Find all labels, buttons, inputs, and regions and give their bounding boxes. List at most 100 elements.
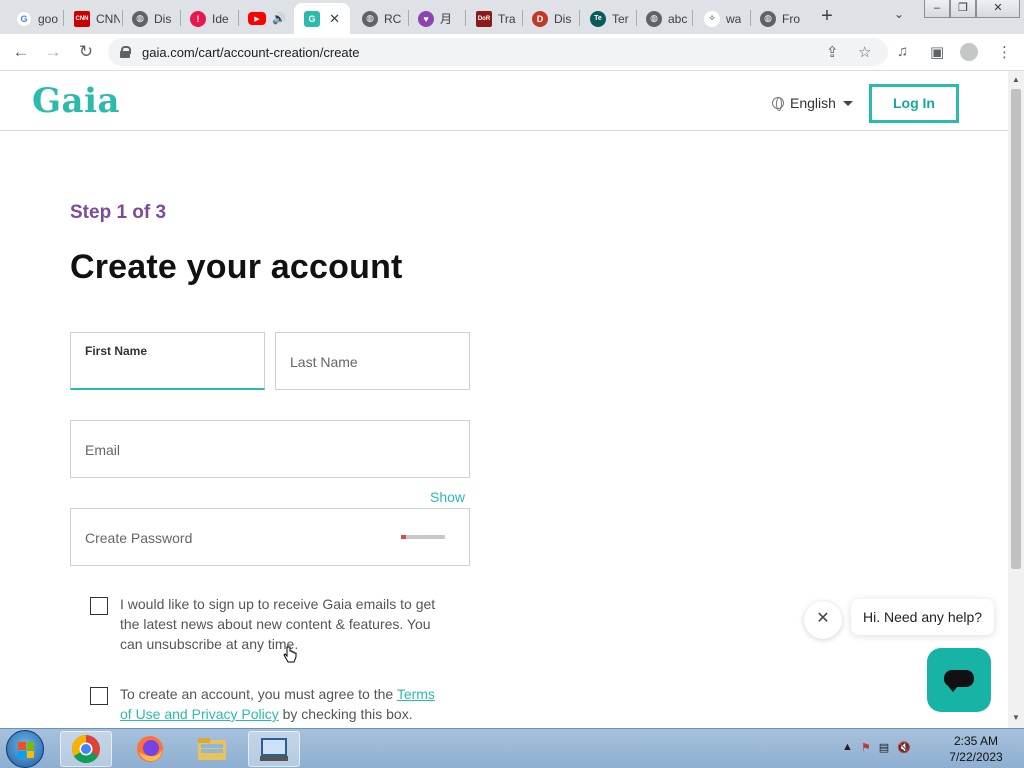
gaia-logo[interactable]: Gaia (32, 81, 120, 121)
new-tab-button[interactable]: + (815, 5, 839, 29)
tab-moon[interactable]: ♥ 月 (408, 3, 464, 34)
close-window-button[interactable]: ✕ (976, 0, 1020, 18)
volume-muted-icon[interactable]: 🔇 (897, 741, 911, 754)
url-text[interactable]: gaia.com/cart/account-creation/create (142, 45, 360, 60)
taskbar-file-explorer[interactable] (186, 731, 238, 767)
restore-button[interactable]: ❐ (950, 0, 976, 18)
side-panel-icon[interactable]: ▣ (930, 43, 944, 61)
tab-title: Dis (554, 11, 572, 26)
keyboard-icon (260, 738, 288, 761)
tab-title: 月 (440, 12, 453, 26)
system-tray: ▲ ⚑ ▤ 🔇 (842, 741, 911, 754)
tab-tra[interactable]: DoR Tra (466, 3, 522, 34)
idea-icon: ! (190, 10, 206, 27)
scroll-down-icon[interactable]: ▼ (1012, 713, 1020, 722)
network-icon[interactable]: ▤ (879, 741, 889, 754)
address-bar[interactable]: gaia.com/cart/account-creation/create (108, 38, 888, 66)
tab-cnn[interactable]: CNN CNN (64, 3, 120, 34)
taskbar-keyboard-app[interactable] (248, 731, 300, 767)
password-strength-meter (401, 535, 445, 539)
page-scrollbar[interactable]: ▲ ▼ (1008, 71, 1024, 728)
tab-title: goo (38, 11, 58, 26)
scroll-thumb[interactable] (1011, 89, 1021, 569)
share-icon[interactable]: ⇪ (826, 43, 839, 61)
chat-bubble-icon (944, 670, 974, 692)
forward-button[interactable]: → (40, 40, 66, 66)
folder-icon (198, 738, 226, 760)
window-controls: – ❐ ✕ (924, 0, 1020, 18)
profile-avatar-icon[interactable] (960, 43, 978, 61)
tab-abc[interactable]: ◍ abc (636, 3, 692, 34)
tab-dis[interactable]: ◍ Dis (122, 3, 178, 34)
email-field[interactable]: Email (70, 420, 470, 478)
action-center-icon[interactable]: ⚑ (861, 741, 871, 754)
login-button[interactable]: Log In (869, 84, 959, 123)
last-name-field[interactable]: Last Name (275, 332, 470, 390)
reload-button[interactable]: ↻ (73, 40, 99, 66)
chat-launcher-button[interactable] (927, 648, 991, 712)
bookmark-star-icon[interactable]: ☆ (858, 43, 871, 61)
step-indicator: Step 1 of 3 (70, 202, 167, 223)
scroll-up-icon[interactable]: ▲ (1012, 75, 1020, 84)
clock-time: 2:35 AM (953, 734, 999, 748)
youtube-icon: ▶ (248, 12, 266, 25)
email-placeholder: Email (85, 442, 121, 458)
dor-icon: DoR (476, 10, 492, 27)
close-tab-icon[interactable]: ✕ (329, 11, 340, 27)
terms-prefix: To create an account, you must agree to … (120, 686, 397, 702)
tab-gaia[interactable]: G ✕ (294, 3, 350, 34)
chrome-icon (72, 735, 100, 763)
first-name-field[interactable]: First Name (70, 332, 265, 390)
tab-google[interactable]: G goo (6, 3, 58, 34)
tab-title: wa (726, 11, 742, 26)
tab-fro[interactable]: ◍ Fro (750, 3, 806, 34)
wa-icon: ✧ (704, 10, 720, 27)
tab-wa[interactable]: ✧ wa (694, 3, 750, 34)
tab-ter[interactable]: Te Ter (580, 3, 636, 34)
chat-greeting[interactable]: Hi. Need any help? (851, 599, 995, 635)
page-title: Create your account (70, 248, 403, 286)
tab-youtube[interactable]: ▶ 🔊 (238, 3, 294, 34)
globe-icon: ◍ (132, 10, 148, 27)
taskbar-chrome[interactable] (60, 731, 112, 767)
tab-dis2[interactable]: D Dis (522, 3, 578, 34)
system-clock[interactable]: 2:35 AM 7/22/2023 (940, 733, 1012, 765)
globe-icon: ◍ (362, 10, 378, 27)
media-control-icon[interactable]: ♫ (897, 43, 908, 60)
windows-logo-icon (18, 742, 34, 758)
hand-cursor-icon (283, 646, 297, 663)
tab-title: Ter (612, 11, 629, 26)
tab-title: RC (384, 11, 402, 26)
terms-checkbox[interactable] (90, 687, 108, 705)
taskbar-firefox[interactable] (124, 731, 176, 767)
firefox-icon (137, 736, 163, 762)
chat-dismiss-button[interactable]: ✕ (804, 601, 842, 639)
show-hidden-icons-icon[interactable]: ▲ (842, 741, 853, 754)
password-field[interactable]: Create Password (70, 508, 470, 566)
newsletter-checkbox[interactable] (90, 597, 108, 615)
clock-date: 7/22/2023 (949, 750, 1003, 764)
tab-rc[interactable]: ◍ RC (352, 3, 408, 34)
tab-ide[interactable]: ! Ide (180, 3, 236, 34)
cnn-icon: CNN (74, 10, 90, 27)
chevron-down-icon (842, 100, 853, 106)
speaker-icon[interactable]: 🔊 (272, 12, 286, 25)
taskbar: ▲ ⚑ ▤ 🔇 2:35 AM 7/22/2023 (0, 728, 1024, 768)
tab-search-icon[interactable]: ⌄ (894, 7, 904, 21)
tab-title: Ide (212, 11, 229, 26)
password-placeholder: Create Password (85, 530, 193, 546)
menu-icon[interactable]: ⋮ (997, 43, 1012, 61)
tab-title: Tra (498, 11, 516, 26)
language-selector[interactable]: English (772, 95, 853, 111)
back-button[interactable]: ← (8, 40, 34, 66)
dis-icon: D (532, 10, 548, 27)
minimize-button[interactable]: – (924, 0, 950, 18)
newsletter-row: I would like to sign up to receive Gaia … (90, 594, 450, 654)
lock-icon[interactable] (120, 46, 131, 58)
globe-icon: ◍ (760, 10, 776, 27)
terms-text: To create an account, you must agree to … (120, 684, 450, 724)
start-button[interactable] (6, 730, 44, 768)
globe-icon (772, 97, 784, 111)
tab-title: Dis (154, 11, 172, 26)
show-password-link[interactable]: Show (430, 489, 465, 505)
